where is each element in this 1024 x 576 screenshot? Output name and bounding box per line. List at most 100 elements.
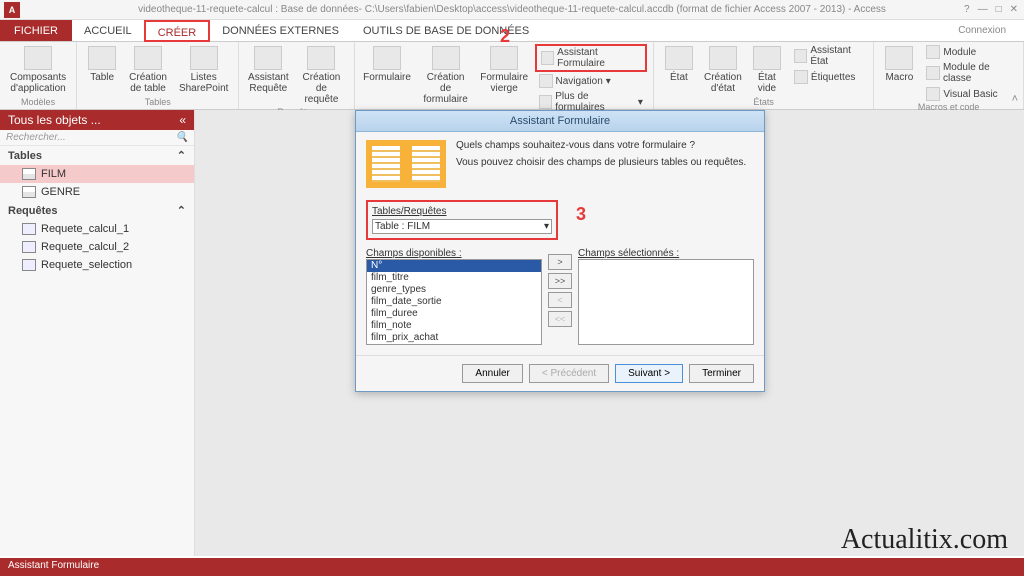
btn-create-etat[interactable]: Création d'état xyxy=(702,44,744,96)
form-wizard-icon xyxy=(541,51,555,65)
query-icon xyxy=(22,259,36,271)
tab-dbtools[interactable]: OUTILS DE BASE DE DONNÉES xyxy=(351,20,541,41)
canvas: Assistant Formulaire Quels champs souhai… xyxy=(195,110,1024,556)
group-label-tables: Tables xyxy=(83,97,232,109)
move-all-right-button[interactable]: >> xyxy=(548,273,572,289)
prev-button[interactable]: < Précédent xyxy=(529,364,609,383)
wizard-illustration xyxy=(366,140,446,188)
btn-assistant-etat[interactable]: Assistant État xyxy=(790,44,867,68)
connexion-link[interactable]: Connexion xyxy=(958,20,1006,42)
sidebar-item-q2[interactable]: Requete_calcul_2 xyxy=(0,238,194,256)
field-item[interactable]: N° xyxy=(367,260,541,272)
cancel-button[interactable]: Annuler xyxy=(462,364,522,383)
tab-create[interactable]: CRÉER xyxy=(144,20,211,42)
field-item[interactable]: film_date_sortie xyxy=(367,296,541,308)
btn-composants[interactable]: Composants d'application xyxy=(6,44,70,96)
btn-class-module[interactable]: Module de classe xyxy=(922,61,1017,85)
class-module-icon xyxy=(926,66,940,80)
annotation-3: 3 xyxy=(576,204,586,225)
btn-etiquettes[interactable]: Étiquettes xyxy=(790,69,867,85)
ribbon-collapse-icon[interactable]: ˄ xyxy=(1012,93,1018,105)
field-item[interactable]: genre_types xyxy=(367,284,541,296)
maximize-icon[interactable]: □ xyxy=(996,4,1002,15)
help-icon[interactable]: ? xyxy=(964,4,970,15)
selected-label: Champs sélectionnés : xyxy=(578,248,754,259)
move-right-button[interactable]: > xyxy=(548,254,572,270)
group-formulaires: Formulaire Création de formulaire Formul… xyxy=(355,42,654,109)
more-forms-icon xyxy=(539,95,553,109)
sidebar-item-q1[interactable]: Requete_calcul_1 xyxy=(0,220,194,238)
sidebar-item-q3[interactable]: Requete_selection xyxy=(0,256,194,274)
btn-create-form[interactable]: Création de formulaire xyxy=(417,44,473,107)
field-item[interactable]: film_prix_achat xyxy=(367,332,541,344)
group-modeles: Composants d'application Modèles xyxy=(0,42,77,109)
sidebar-header[interactable]: Tous les objets ...« xyxy=(0,110,194,130)
tab-file[interactable]: FICHIER xyxy=(0,20,72,41)
group-label-modeles: Modèles xyxy=(6,97,70,109)
window-title: videotheque-11-requete-calcul : Base de … xyxy=(138,4,886,15)
app-icon: A xyxy=(4,2,20,18)
sidebar-group-tables[interactable]: Tables⌃ xyxy=(0,146,194,165)
navigation-icon xyxy=(539,74,553,88)
field-item[interactable]: film_titre xyxy=(367,272,541,284)
chevron-down-icon: « xyxy=(179,113,186,127)
search-icon: 🔍 xyxy=(176,132,188,143)
sidebar-search[interactable]: Rechercher...🔍 xyxy=(0,130,194,146)
group-macros: Macro Module Module de classe Visual Bas… xyxy=(874,42,1024,109)
tables-label: Tables/Requêtes xyxy=(372,206,552,217)
module-icon xyxy=(926,45,940,59)
btn-assistant-req[interactable]: Assistant Requête xyxy=(245,44,291,96)
tab-home[interactable]: ACCUEIL xyxy=(72,20,144,41)
selected-fields-list[interactable] xyxy=(578,259,754,345)
wizard-title: Assistant Formulaire xyxy=(356,111,764,132)
wizard-hint: Vous pouvez choisir des champs de plusie… xyxy=(456,157,746,168)
query-icon xyxy=(22,223,36,235)
available-label: Champs disponibles : xyxy=(366,248,542,259)
tab-external[interactable]: DONNÉES EXTERNES xyxy=(210,20,351,41)
ribbon-tabs: FICHIER ACCUEIL CRÉER DONNÉES EXTERNES O… xyxy=(0,20,1024,42)
next-button[interactable]: Suivant > xyxy=(615,364,683,383)
labels-icon xyxy=(794,70,808,84)
table-icon xyxy=(22,186,36,198)
move-left-button[interactable]: < xyxy=(548,292,572,308)
finish-button[interactable]: Terminer xyxy=(689,364,754,383)
watermark: Actualitix.com xyxy=(841,524,1008,556)
move-all-left-button[interactable]: << xyxy=(548,311,572,327)
sidebar-item-genre[interactable]: GENRE xyxy=(0,183,194,201)
minimize-icon[interactable]: — xyxy=(978,4,988,15)
btn-sharepoint[interactable]: Listes SharePoint xyxy=(175,44,232,96)
group-label-etats: États xyxy=(660,97,867,109)
btn-etat[interactable]: État xyxy=(660,44,698,85)
btn-create-req[interactable]: Création de requête xyxy=(295,44,348,107)
btn-macro[interactable]: Macro xyxy=(880,44,918,85)
form-wizard-dialog: Assistant Formulaire Quels champs souhai… xyxy=(355,110,765,392)
annotation-3-box: Tables/Requêtes Table : FILM▾ xyxy=(366,200,558,240)
sidebar-group-requetes[interactable]: Requêtes⌃ xyxy=(0,201,194,220)
vba-icon xyxy=(926,87,940,101)
group-etats: État Création d'état État vide Assistant… xyxy=(654,42,874,109)
available-fields-list[interactable]: N° film_titre genre_types film_date_sort… xyxy=(366,259,542,345)
chevron-down-icon: ▾ xyxy=(544,221,549,232)
annotation-2: 2 xyxy=(500,26,510,47)
btn-blank-form[interactable]: Formulaire vierge xyxy=(478,44,531,96)
sidebar-item-film[interactable]: FILM xyxy=(0,165,194,183)
wizard-question: Quels champs souhaitez-vous dans votre f… xyxy=(456,140,746,151)
main: Tous les objets ...« Rechercher...🔍 Tabl… xyxy=(0,110,1024,556)
btn-navigation[interactable]: Navigation ▾ xyxy=(535,73,647,89)
btn-module[interactable]: Module xyxy=(922,44,1017,60)
report-wizard-icon xyxy=(794,49,807,63)
field-item[interactable]: film_type_achat xyxy=(367,344,541,345)
close-icon[interactable]: ✕ xyxy=(1010,4,1018,15)
btn-assistant-form[interactable]: Assistant Formulaire xyxy=(535,44,647,72)
tables-select[interactable]: Table : FILM▾ xyxy=(372,219,552,234)
btn-form[interactable]: Formulaire xyxy=(361,44,414,85)
btn-create-table[interactable]: Création de table xyxy=(125,44,171,96)
btn-table[interactable]: Table xyxy=(83,44,121,85)
btn-vba[interactable]: Visual Basic xyxy=(922,86,1017,102)
btn-blank-etat[interactable]: État vide xyxy=(748,44,786,96)
field-item[interactable]: film_duree xyxy=(367,308,541,320)
titlebar: A videotheque-11-requete-calcul : Base d… xyxy=(0,0,1024,20)
field-item[interactable]: film_note xyxy=(367,320,541,332)
group-requetes: Assistant Requête Création de requête Re… xyxy=(239,42,354,109)
group-tables: Table Création de table Listes SharePoin… xyxy=(77,42,239,109)
